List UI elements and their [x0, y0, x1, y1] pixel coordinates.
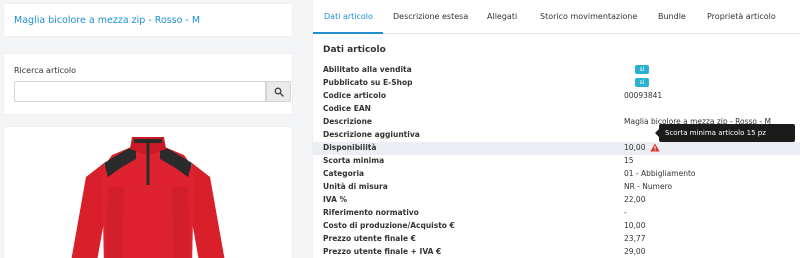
row-label: Descrizione aggiuntiva — [323, 130, 420, 139]
row-costo-produzione: Costo di produzione/Acquisto € 10,00 — [323, 220, 793, 233]
tab-dati-articolo[interactable]: Dati articolo — [324, 12, 373, 21]
row-label: Codice articolo — [323, 91, 386, 100]
tab-bundle[interactable]: Bundle — [658, 12, 686, 21]
row-label: Riferimento normativo — [323, 208, 419, 217]
row-value: 01 - Abbigliamento — [624, 169, 696, 178]
row-unita-misura: Unità di misura NR - Numero — [323, 181, 793, 194]
search-label: Ricerca articolo — [14, 66, 77, 75]
scorta-minima-tooltip: Scorta minima articolo 15 pz — [655, 124, 795, 142]
row-value: NR - Numero — [624, 182, 673, 191]
row-label: Costo di produzione/Acquisto € — [323, 221, 455, 230]
status-badge: si — [635, 65, 649, 74]
row-categoria: Categoria 01 - Abbigliamento — [323, 168, 793, 181]
warning-triangle-icon[interactable] — [650, 143, 660, 152]
row-label: Scorta minima — [323, 156, 385, 165]
row-scorta-minima: Scorta minima 15 — [323, 155, 793, 168]
tab-descrizione-estesa[interactable]: Descrizione estesa — [393, 12, 468, 21]
row-value: 10,00 — [624, 221, 646, 230]
tab-proprieta-articolo[interactable]: Proprietà articolo — [707, 12, 776, 21]
search-icon — [274, 87, 284, 97]
row-value: 15 — [624, 156, 634, 165]
product-image-card — [4, 127, 292, 258]
row-label: Pubblicato su E-Shop — [323, 78, 413, 87]
row-label: Disponibilità — [323, 143, 377, 152]
row-value: 23,77 — [624, 234, 646, 243]
search-card: Ricerca articolo — [4, 54, 292, 114]
row-label: Abilitato alla vendita — [323, 65, 412, 74]
row-riferimento-normativo: Riferimento normativo - — [323, 207, 793, 220]
row-codice-ean: Codice EAN — [323, 103, 793, 116]
row-value: 10,00 — [624, 143, 646, 152]
row-value: 29,00 — [624, 247, 646, 256]
row-label: Prezzo utente finale + IVA € — [323, 247, 442, 256]
row-label: Codice EAN — [323, 104, 371, 113]
row-codice-articolo: Codice articolo 00093841 — [323, 90, 793, 103]
row-value: 00093841 — [624, 91, 663, 100]
search-button[interactable] — [266, 81, 291, 102]
search-input[interactable] — [14, 81, 266, 102]
row-label: Unità di misura — [323, 182, 388, 191]
row-value: - — [624, 208, 627, 217]
row-label: Categoria — [323, 169, 365, 178]
section-title: Dati articolo — [323, 45, 386, 55]
tab-allegati[interactable]: Allegati — [487, 12, 517, 21]
row-abilitato-vendita: Abilitato alla vendita si — [323, 64, 793, 77]
row-prezzo-utente: Prezzo utente finale € 23,77 — [323, 233, 793, 246]
status-badge: si — [635, 78, 649, 87]
row-prezzo-utente-iva: Prezzo utente finale + IVA € 29,00 — [323, 246, 793, 258]
row-label: Descrizione — [323, 117, 373, 126]
row-pubblicato-eshop: Pubblicato su E-Shop si — [323, 77, 793, 90]
product-title-card: Maglia bicolore a mezza zip - Rosso - M — [4, 4, 292, 36]
tab-bar: Dati articolo Descrizione estesa Allegat… — [313, 0, 800, 34]
tab-storico-movimentazione[interactable]: Storico movimentazione — [540, 12, 637, 21]
row-disponibilita: Disponibilità 10,00 — [323, 142, 793, 155]
product-image — [71, 137, 225, 258]
row-value: 22,00 — [624, 195, 646, 204]
product-title: Maglia bicolore a mezza zip - Rosso - M — [14, 15, 201, 26]
row-iva: IVA % 22,00 — [323, 194, 793, 207]
active-tab-indicator — [313, 32, 383, 34]
row-label: Prezzo utente finale € — [323, 234, 416, 243]
row-label: IVA % — [323, 195, 348, 204]
